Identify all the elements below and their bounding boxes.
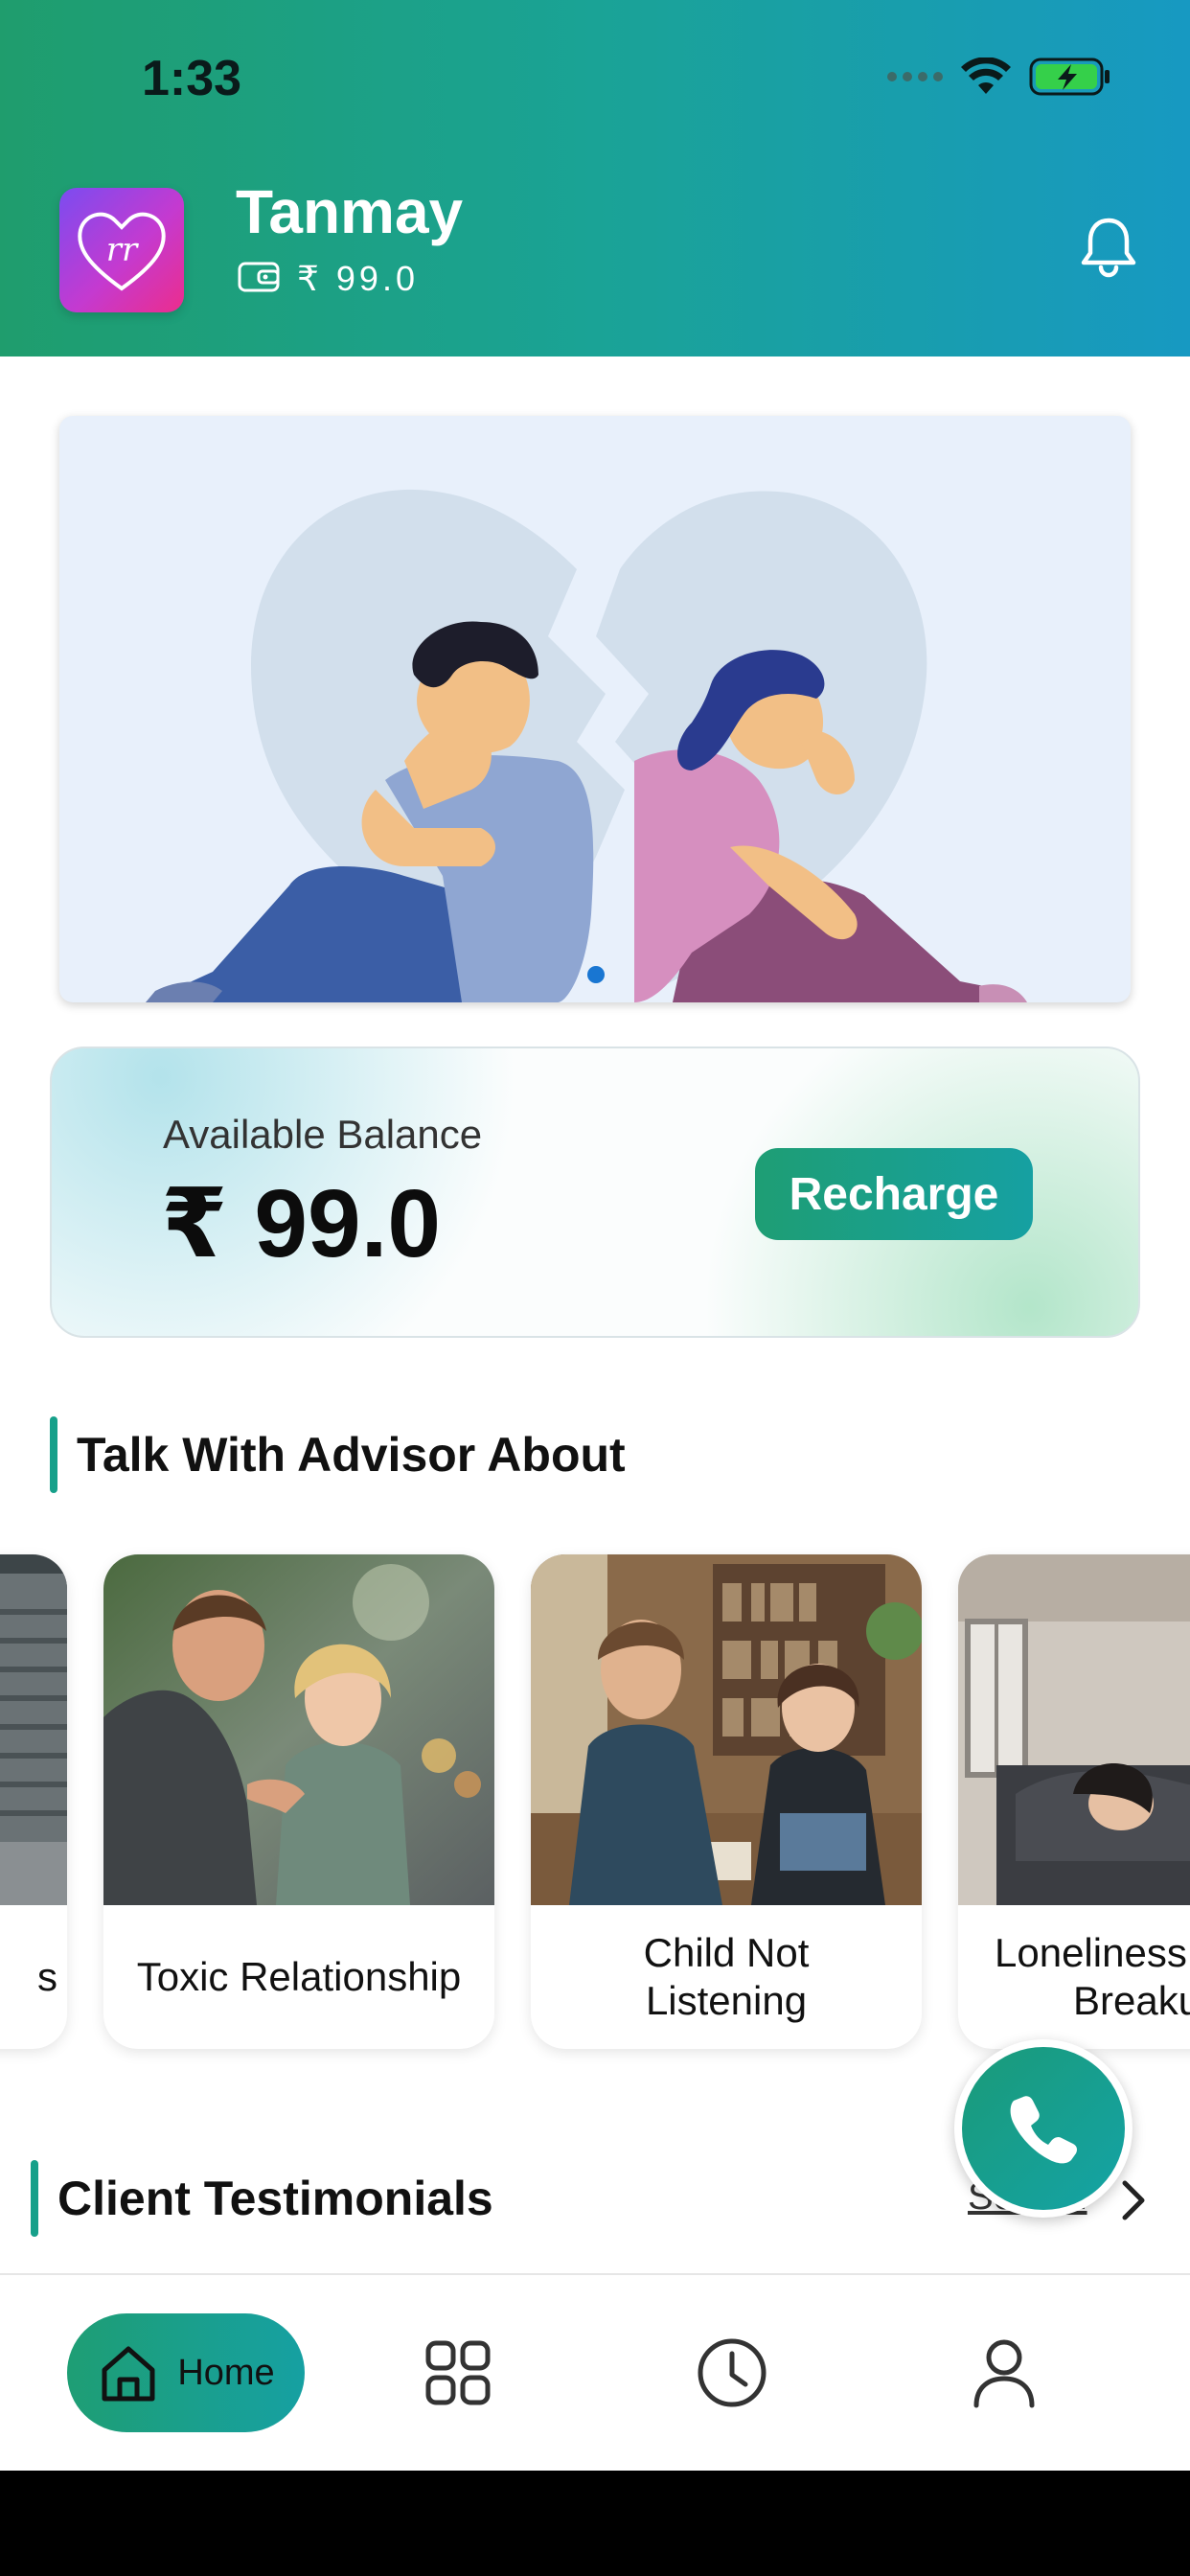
topics-section-title: Talk With Advisor About xyxy=(77,1428,626,1482)
topic-photo-loneliness xyxy=(958,1554,1190,1905)
bell-icon[interactable] xyxy=(1079,215,1138,278)
chevron-right-icon[interactable] xyxy=(1119,2179,1148,2226)
broken-heart-couple-illustration xyxy=(146,489,1027,1002)
banner-page-indicator[interactable] xyxy=(587,966,605,983)
status-time: 1:33 xyxy=(142,51,242,106)
topic-card[interactable]: s xyxy=(0,1554,67,2049)
section-accent-bar xyxy=(50,1416,57,1493)
user-name: Tanmay xyxy=(236,177,464,246)
topic-photo xyxy=(0,1554,67,1905)
nav-home[interactable]: Home xyxy=(67,2313,305,2432)
status-icons xyxy=(887,56,1111,98)
testimonials-section-title: Client Testimonials xyxy=(57,2172,493,2225)
topic-photo-toxic-relationship xyxy=(103,1554,494,1905)
balance-value: ₹ 99.0 xyxy=(161,1170,441,1277)
balance-card: Available Balance ₹ 99.0 Recharge xyxy=(50,1046,1140,1338)
topic-photo-child-not-listening xyxy=(531,1554,922,1905)
balance-label: Available Balance xyxy=(163,1112,483,1157)
topic-label: s xyxy=(37,1953,57,1999)
section-accent-bar xyxy=(31,2160,38,2237)
home-icon xyxy=(102,2346,155,2402)
topic-label: Toxic Relationship xyxy=(136,1953,462,1999)
wallet-icon xyxy=(238,261,280,298)
bottom-navigation: Home xyxy=(0,2273,1190,2471)
home-screen: 1:33 rr Tanmay ₹ 99.0 Available Balance … xyxy=(0,0,1190,2576)
avatar-monogram: rr xyxy=(106,231,139,269)
recharge-button[interactable]: Recharge xyxy=(755,1148,1033,1240)
promo-banner[interactable] xyxy=(59,416,1131,1002)
nav-profile[interactable] xyxy=(958,2327,1050,2419)
app-header: 1:33 rr Tanmay ₹ 99.0 xyxy=(0,0,1190,356)
header-wallet[interactable]: ₹ 99.0 xyxy=(238,259,419,299)
wifi-icon xyxy=(960,58,1012,96)
topic-card-child-not-listening[interactable]: Child Not Listening xyxy=(531,1554,922,2049)
header-wallet-amount: ₹ 99.0 xyxy=(297,259,419,298)
clock-icon xyxy=(698,2338,767,2407)
testimonials-section-header: Client Testimonials xyxy=(31,2160,493,2237)
topic-label: Child Not Listening xyxy=(643,1929,810,2023)
phone-icon xyxy=(1010,2096,1077,2164)
nav-history[interactable] xyxy=(686,2327,778,2419)
battery-charging-icon xyxy=(1029,56,1111,98)
topic-card-loneliness[interactable]: Loneliness Breaku xyxy=(958,1554,1190,2049)
grid-icon xyxy=(425,2340,491,2405)
topic-card-toxic-relationship[interactable]: Toxic Relationship xyxy=(103,1554,494,2049)
system-navigation-bar xyxy=(0,2471,1190,2576)
topic-label: Loneliness Breaku xyxy=(995,1929,1190,2023)
topics-section-header: Talk With Advisor About xyxy=(50,1416,626,1493)
nav-categories[interactable] xyxy=(412,2327,504,2419)
profile-icon xyxy=(973,2339,1035,2408)
call-button[interactable] xyxy=(954,2039,1133,2218)
nav-home-label: Home xyxy=(177,2352,275,2393)
app-logo-avatar[interactable]: rr xyxy=(59,188,184,312)
cellular-signal-icon xyxy=(887,72,943,81)
